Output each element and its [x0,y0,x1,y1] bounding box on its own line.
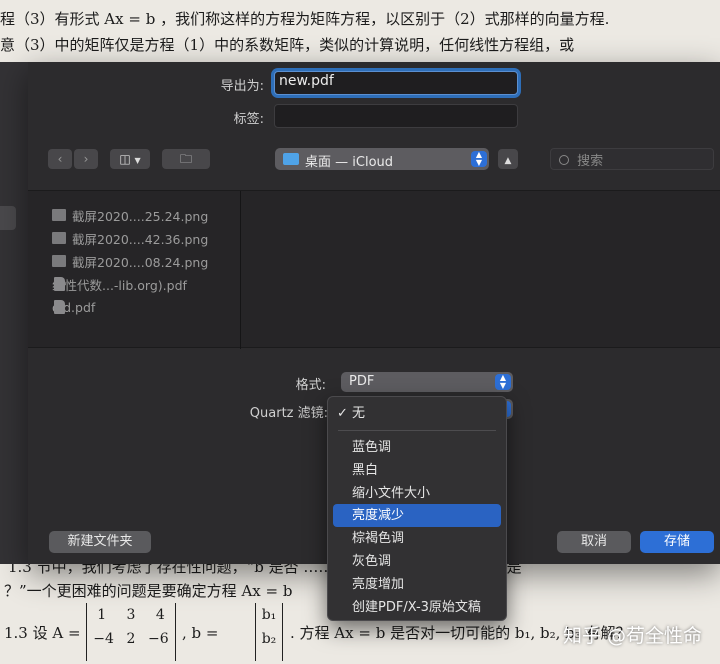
search-field[interactable]: 搜索 [550,148,714,170]
menu-item[interactable]: 亮度增加 [333,573,501,596]
new-folder-icon-button[interactable]: 🗀 [162,149,210,169]
chevron-up-icon: ▲ [504,156,512,166]
matrix-cell: 1 [97,607,107,623]
menu-item[interactable]: 缩小文件大小 [333,482,501,505]
menu-item[interactable]: 黑白 [333,459,501,482]
tags-field[interactable] [274,104,518,128]
list-item[interactable]: 截屏2020....08.24.png [52,250,208,272]
background-document-top: 程（3）有形式 Ax = b ，我们称这样的方程为矩阵方程，以区别于（2）式那样… [0,0,720,62]
format-label: 格式: [295,378,326,393]
column-divider[interactable] [240,191,241,349]
pdf-file-icon [54,300,65,314]
format-popup[interactable]: PDF ▲ ▼ [341,372,513,392]
search-placeholder: 搜索 [577,154,604,169]
checkmark-icon: ✓ [337,406,348,421]
list-item[interactable]: 截屏2020....42.36.png [52,227,208,249]
file-name: 线性代数...-lib.org).pdf [52,277,187,293]
columns-view-icon: ◫ [119,152,131,166]
image-file-icon [52,232,66,244]
matrix-cell: −4 [93,631,114,647]
tags-label: 标签: [233,112,264,127]
vector-cell: b₂ [261,631,277,647]
doc-line-2: 意（3）中的矩阵仅是方程（1）中的系数矩阵，类似的计算说明，任何线性方程组，或 [0,36,575,54]
quartz-filter-menu: ✓ 无 蓝色调 黑白 缩小文件大小 亮度减少 棕褐色调 灰色调 亮度增加 创建P… [327,396,507,621]
search-icon [559,155,569,165]
matrix-cell: −6 [148,631,169,647]
cancel-button[interactable]: 取消 [557,531,631,553]
folder-plus-icon: 🗀 [179,152,192,166]
list-item[interactable]: 线性代数...-lib.org).pdf [52,273,187,295]
menu-item[interactable]: 蓝色调 [333,436,501,459]
zhihu-watermark: 知乎 @苟全性命 [562,625,702,647]
matrix-cell: 3 [126,607,136,623]
vector-b: b₁ b₂ [255,603,283,661]
file-browser: 截屏2020....25.24.png 截屏2020....42.36.png … [28,190,720,349]
list-item[interactable]: old.pdf [52,296,95,318]
doc-b-equals: , b = [182,624,219,642]
menu-separator [338,430,496,431]
file-name: 截屏2020....42.36.png [72,231,209,247]
file-name: 截屏2020....25.24.png [72,208,209,224]
image-file-icon [52,209,66,221]
matrix-cell: 4 [155,607,165,623]
new-folder-button[interactable]: 新建文件夹 [49,531,151,553]
matrix-a: 1 3 4 −4 2 −6 [86,603,176,661]
chevron-down-icon: ▼ [134,156,141,165]
chevron-left-icon: ‹ [57,152,63,166]
save-button[interactable]: 存储 [640,531,714,553]
filename-field[interactable]: new.pdf [274,71,518,95]
menu-item[interactable]: 灰色调 [333,550,501,573]
menu-item[interactable]: 棕褐色调 [333,527,501,550]
updown-stepper-icon: ▲▼ [495,374,511,390]
vector-cell: b₁ [261,607,277,623]
pdf-file-icon [54,277,65,291]
finder-sidebar-strip [0,62,28,564]
menu-item-label: 无 [352,406,366,421]
menu-item[interactable]: 创建PDF/X-3原始文稿 [333,596,501,619]
doc-exercise-label: 1.3 设 A = [4,624,81,642]
export-as-label: 导出为: [220,79,264,94]
collapse-button[interactable]: ▲ [498,149,518,169]
chevron-right-icon: › [83,152,89,166]
doc-line-1: 程（3）有形式 Ax = b ，我们称这样的方程为矩阵方程，以区别于（2）式那样… [0,10,610,28]
sidebar-selection[interactable] [0,206,16,230]
view-mode-button[interactable]: ◫ ▼ [110,149,150,169]
list-item[interactable]: 截屏2020....25.24.png [52,204,208,226]
menu-item-none[interactable]: ✓ 无 [333,402,501,425]
doc-line-4: ？”一个更困难的问题是要确定方程 Ax = b [4,582,293,600]
location-label: 桌面 — iCloud [305,155,394,170]
format-value: PDF [349,374,375,389]
location-popup[interactable]: 桌面 — iCloud ▲ ▼ [275,148,489,170]
updown-stepper-icon: ▲▼ [471,151,487,167]
quartz-filter-label: Quartz 滤镜: [249,406,328,421]
image-file-icon [52,255,66,267]
folder-icon [283,153,299,165]
menu-item-highlighted[interactable]: 亮度减少 [333,504,501,527]
back-button[interactable]: ‹ [48,149,72,169]
forward-button[interactable]: › [74,149,98,169]
file-name: 截屏2020....08.24.png [72,254,209,270]
matrix-cell: 2 [126,631,136,647]
